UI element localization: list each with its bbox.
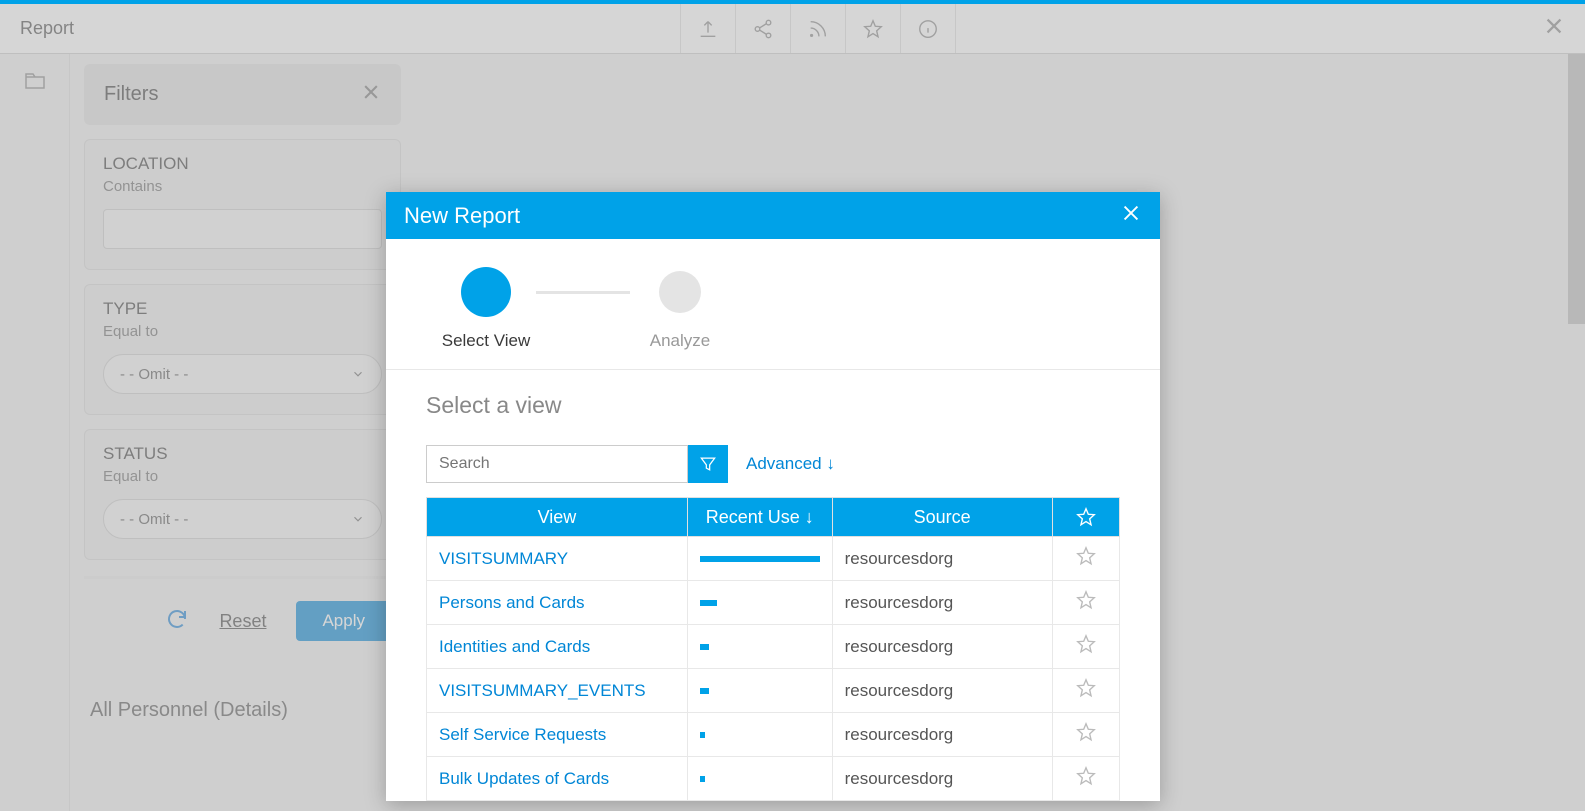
- step-analyze[interactable]: Analyze: [630, 267, 730, 351]
- view-link[interactable]: Self Service Requests: [427, 713, 688, 757]
- favorite-toggle[interactable]: [1052, 757, 1119, 801]
- col-view[interactable]: View: [427, 498, 688, 537]
- search-input[interactable]: [426, 445, 688, 483]
- col-source[interactable]: Source: [832, 498, 1052, 537]
- modal-title: New Report: [404, 203, 520, 229]
- table-row: Persons and Cards resourcesdorg: [427, 581, 1120, 625]
- usage-cell: [687, 537, 832, 581]
- step-dot: [659, 271, 701, 313]
- view-table: View Recent Use ↓ Source VISITSUMMARY res…: [426, 497, 1120, 801]
- section-title: Select a view: [426, 392, 1120, 419]
- stepper: Select View Analyze: [386, 239, 1160, 370]
- advanced-toggle[interactable]: Advanced ↓: [746, 454, 835, 474]
- view-link[interactable]: VISITSUMMARY: [427, 537, 688, 581]
- usage-cell: [687, 625, 832, 669]
- source-cell: resourcesdorg: [832, 625, 1052, 669]
- source-cell: resourcesdorg: [832, 757, 1052, 801]
- step-label: Analyze: [650, 331, 710, 351]
- step-label: Select View: [442, 331, 531, 351]
- favorite-toggle[interactable]: [1052, 537, 1119, 581]
- col-recent-use[interactable]: Recent Use ↓: [687, 498, 832, 537]
- filter-icon[interactable]: [688, 445, 728, 483]
- favorite-toggle[interactable]: [1052, 581, 1119, 625]
- favorite-toggle[interactable]: [1052, 625, 1119, 669]
- table-row: VISITSUMMARY resourcesdorg: [427, 537, 1120, 581]
- table-row: VISITSUMMARY_EVENTS resourcesdorg: [427, 669, 1120, 713]
- step-select-view[interactable]: Select View: [436, 267, 536, 351]
- source-cell: resourcesdorg: [832, 669, 1052, 713]
- usage-cell: [687, 581, 832, 625]
- new-report-modal: New Report Select View Analyze Select a …: [386, 192, 1160, 801]
- favorite-toggle[interactable]: [1052, 713, 1119, 757]
- usage-cell: [687, 669, 832, 713]
- step-dot: [461, 267, 511, 317]
- step-connector: [536, 291, 630, 294]
- table-row: Bulk Updates of Cards resourcesdorg: [427, 757, 1120, 801]
- table-row: Self Service Requests resourcesdorg: [427, 713, 1120, 757]
- table-row: Identities and Cards resourcesdorg: [427, 625, 1120, 669]
- col-favorite[interactable]: [1052, 498, 1119, 537]
- favorite-toggle[interactable]: [1052, 669, 1119, 713]
- modal-header: New Report: [386, 192, 1160, 239]
- source-cell: resourcesdorg: [832, 713, 1052, 757]
- view-link[interactable]: Bulk Updates of Cards: [427, 757, 688, 801]
- modal-close-icon[interactable]: [1120, 202, 1142, 229]
- usage-cell: [687, 757, 832, 801]
- usage-cell: [687, 713, 832, 757]
- view-link[interactable]: Persons and Cards: [427, 581, 688, 625]
- view-link[interactable]: VISITSUMMARY_EVENTS: [427, 669, 688, 713]
- view-link[interactable]: Identities and Cards: [427, 625, 688, 669]
- source-cell: resourcesdorg: [832, 537, 1052, 581]
- source-cell: resourcesdorg: [832, 581, 1052, 625]
